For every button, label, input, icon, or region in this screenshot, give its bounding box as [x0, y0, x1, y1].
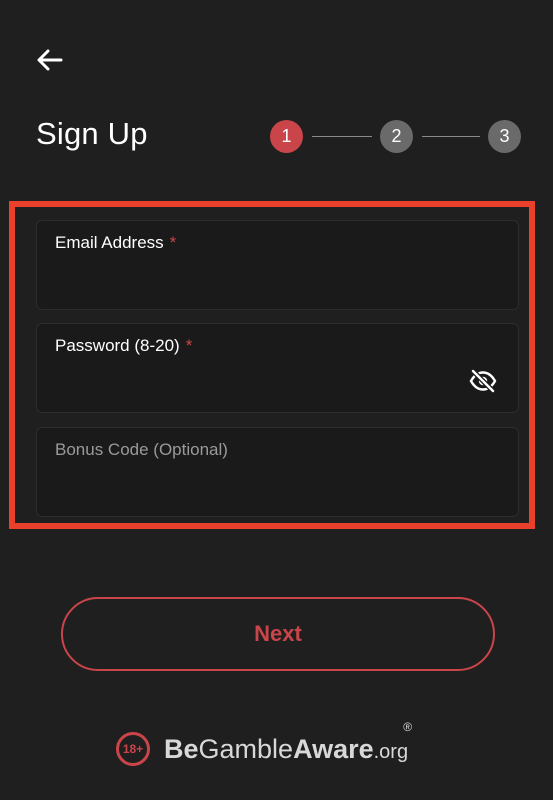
begambleaware-logo[interactable]: 18+ BeGambleAware.org ® — [116, 719, 413, 773]
age-restriction-badge: 18+ — [116, 732, 150, 766]
step-1: 1 — [270, 120, 303, 153]
bonus-code-field[interactable]: Bonus Code (Optional) — [36, 427, 519, 517]
bonus-code-input[interactable] — [55, 474, 458, 506]
page-title: Sign Up — [36, 116, 148, 151]
email-label: Email Address * — [55, 233, 177, 252]
progress-stepper: 1 2 3 — [270, 120, 522, 154]
step-connector — [312, 136, 372, 137]
toggle-password-visibility-button[interactable] — [468, 366, 498, 396]
bonus-code-label: Bonus Code (Optional) — [55, 440, 228, 459]
back-button[interactable] — [34, 44, 66, 76]
arrow-left-icon — [37, 49, 63, 71]
step-3: 3 — [488, 120, 521, 153]
password-label: Password (8-20) * — [55, 336, 193, 355]
next-button[interactable]: Next — [61, 597, 495, 671]
required-marker: * — [185, 336, 193, 355]
email-input[interactable] — [55, 267, 458, 299]
brand-wordmark: BeGambleAware.org ® — [164, 719, 413, 764]
registered-mark: ® — [403, 719, 413, 734]
step-connector — [422, 136, 480, 137]
step-2: 2 — [380, 120, 413, 153]
email-field[interactable]: Email Address * — [36, 220, 519, 310]
eye-off-icon — [469, 369, 497, 393]
required-marker: * — [169, 233, 177, 252]
password-field[interactable]: Password (8-20) * — [36, 323, 519, 413]
password-input[interactable] — [55, 370, 458, 402]
